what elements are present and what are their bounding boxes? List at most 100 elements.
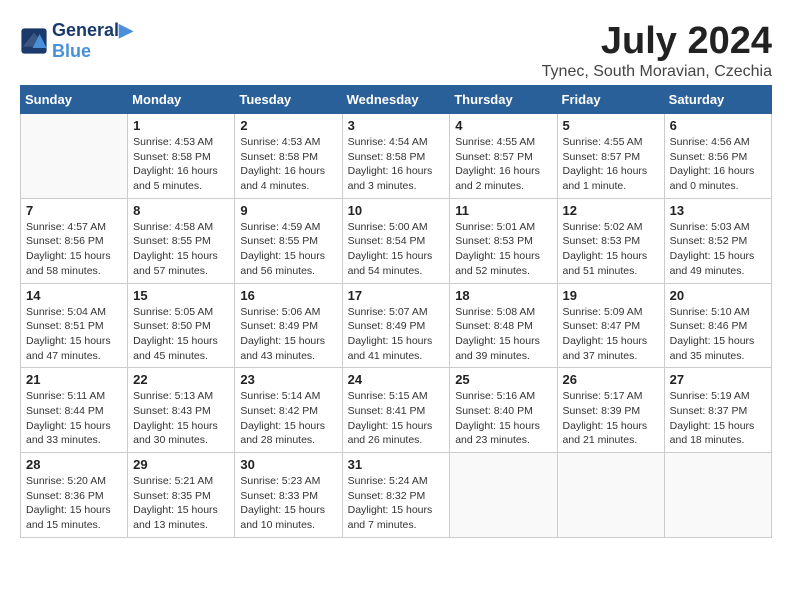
day-info: Sunrise: 4:59 AM Sunset: 8:55 PM Dayligh… bbox=[240, 220, 336, 279]
logo-icon bbox=[20, 27, 48, 55]
calendar-cell: 1Sunrise: 4:53 AM Sunset: 8:58 PM Daylig… bbox=[128, 114, 235, 199]
day-number: 28 bbox=[26, 457, 122, 472]
day-number: 30 bbox=[240, 457, 336, 472]
day-number: 9 bbox=[240, 203, 336, 218]
calendar-cell: 2Sunrise: 4:53 AM Sunset: 8:58 PM Daylig… bbox=[235, 114, 342, 199]
day-info: Sunrise: 5:00 AM Sunset: 8:54 PM Dayligh… bbox=[348, 220, 445, 279]
day-info: Sunrise: 5:03 AM Sunset: 8:52 PM Dayligh… bbox=[670, 220, 766, 279]
calendar-table: SundayMondayTuesdayWednesdayThursdayFrid… bbox=[20, 85, 772, 538]
day-info: Sunrise: 4:54 AM Sunset: 8:58 PM Dayligh… bbox=[348, 135, 445, 194]
day-info: Sunrise: 5:13 AM Sunset: 8:43 PM Dayligh… bbox=[133, 389, 229, 448]
weekday-header: Wednesday bbox=[342, 86, 450, 114]
calendar-cell: 18 Sunrise: 5:08 AM Sunset: 8:48 PM Dayli… bbox=[450, 283, 557, 368]
day-info: Sunrise: 4:55 AM Sunset: 8:57 PM Dayligh… bbox=[455, 135, 551, 194]
calendar-week-row: 1Sunrise: 4:53 AM Sunset: 8:58 PM Daylig… bbox=[21, 114, 772, 199]
day-info: Sunrise: 5:17 AM Sunset: 8:39 PM Dayligh… bbox=[563, 389, 659, 448]
day-info: Sunrise: 5:08 AM Sunset: 8:48 PM Dayligh… bbox=[455, 305, 551, 364]
day-info: Sunrise: 5:05 AM Sunset: 8:50 PM Dayligh… bbox=[133, 305, 229, 364]
calendar-cell: 16 Sunrise: 5:06 AM Sunset: 8:49 PM Dayli… bbox=[235, 283, 342, 368]
day-info: Sunrise: 5:01 AM Sunset: 8:53 PM Dayligh… bbox=[455, 220, 551, 279]
day-info: Sunrise: 5:24 AM Sunset: 8:32 PM Dayligh… bbox=[348, 474, 445, 533]
day-info: Sunrise: 5:15 AM Sunset: 8:41 PM Dayligh… bbox=[348, 389, 445, 448]
day-number: 14 bbox=[26, 288, 122, 303]
calendar-cell: 22 Sunrise: 5:13 AM Sunset: 8:43 PM Dayli… bbox=[128, 368, 235, 453]
calendar-cell: 26 Sunrise: 5:17 AM Sunset: 8:39 PM Dayli… bbox=[557, 368, 664, 453]
day-number: 16 bbox=[240, 288, 336, 303]
calendar-cell: 27 Sunrise: 5:19 AM Sunset: 8:37 PM Dayli… bbox=[664, 368, 771, 453]
day-info: Sunrise: 5:10 AM Sunset: 8:46 PM Dayligh… bbox=[670, 305, 766, 364]
calendar-cell: 21 Sunrise: 5:11 AM Sunset: 8:44 PM Dayli… bbox=[21, 368, 128, 453]
calendar-cell: 31 Sunrise: 5:24 AM Sunset: 8:32 PM Dayli… bbox=[342, 453, 450, 538]
title-block: July 2024 Tynec, South Moravian, Czechia bbox=[542, 20, 772, 81]
calendar-cell: 23Sunrise: 5:14 AM Sunset: 8:42 PM Dayli… bbox=[235, 368, 342, 453]
day-number: 29 bbox=[133, 457, 229, 472]
calendar-cell: 10 Sunrise: 5:00 AM Sunset: 8:54 PM Dayli… bbox=[342, 198, 450, 283]
calendar-cell: 19 Sunrise: 5:09 AM Sunset: 8:47 PM Dayli… bbox=[557, 283, 664, 368]
calendar-cell: 20 Sunrise: 5:10 AM Sunset: 8:46 PM Dayli… bbox=[664, 283, 771, 368]
day-number: 6 bbox=[670, 118, 766, 133]
calendar-week-row: 21 Sunrise: 5:11 AM Sunset: 8:44 PM Dayli… bbox=[21, 368, 772, 453]
calendar-cell: 29 Sunrise: 5:21 AM Sunset: 8:35 PM Dayli… bbox=[128, 453, 235, 538]
calendar-week-row: 7Sunrise: 4:57 AM Sunset: 8:56 PM Daylig… bbox=[21, 198, 772, 283]
calendar-cell: 12Sunrise: 5:02 AM Sunset: 8:53 PM Dayli… bbox=[557, 198, 664, 283]
calendar-cell bbox=[21, 114, 128, 199]
logo-text: General▶ Blue bbox=[52, 20, 133, 62]
logo: General▶ Blue bbox=[20, 20, 133, 62]
day-number: 24 bbox=[348, 372, 445, 387]
day-number: 27 bbox=[670, 372, 766, 387]
calendar-cell: 30 Sunrise: 5:23 AM Sunset: 8:33 PM Dayli… bbox=[235, 453, 342, 538]
day-info: Sunrise: 5:21 AM Sunset: 8:35 PM Dayligh… bbox=[133, 474, 229, 533]
location-subtitle: Tynec, South Moravian, Czechia bbox=[542, 63, 772, 81]
weekday-header: Monday bbox=[128, 86, 235, 114]
day-info: Sunrise: 4:53 AM Sunset: 8:58 PM Dayligh… bbox=[133, 135, 229, 194]
page-header: General▶ Blue July 2024 Tynec, South Mor… bbox=[20, 20, 772, 81]
calendar-cell: 14 Sunrise: 5:04 AM Sunset: 8:51 PM Dayli… bbox=[21, 283, 128, 368]
day-number: 22 bbox=[133, 372, 229, 387]
calendar-cell: 4 Sunrise: 4:55 AM Sunset: 8:57 PM Daylig… bbox=[450, 114, 557, 199]
weekday-header: Saturday bbox=[664, 86, 771, 114]
day-number: 21 bbox=[26, 372, 122, 387]
day-info: Sunrise: 4:55 AM Sunset: 8:57 PM Dayligh… bbox=[563, 135, 659, 194]
calendar-header: SundayMondayTuesdayWednesdayThursdayFrid… bbox=[21, 86, 772, 114]
weekday-header: Friday bbox=[557, 86, 664, 114]
day-info: Sunrise: 5:16 AM Sunset: 8:40 PM Dayligh… bbox=[455, 389, 551, 448]
day-info: Sunrise: 5:23 AM Sunset: 8:33 PM Dayligh… bbox=[240, 474, 336, 533]
day-number: 5 bbox=[563, 118, 659, 133]
day-info: Sunrise: 5:11 AM Sunset: 8:44 PM Dayligh… bbox=[26, 389, 122, 448]
calendar-cell: 17Sunrise: 5:07 AM Sunset: 8:49 PM Dayli… bbox=[342, 283, 450, 368]
calendar-cell: 13 Sunrise: 5:03 AM Sunset: 8:52 PM Dayli… bbox=[664, 198, 771, 283]
day-number: 19 bbox=[563, 288, 659, 303]
day-number: 10 bbox=[348, 203, 445, 218]
calendar-cell: 7Sunrise: 4:57 AM Sunset: 8:56 PM Daylig… bbox=[21, 198, 128, 283]
day-number: 20 bbox=[670, 288, 766, 303]
calendar-cell bbox=[450, 453, 557, 538]
calendar-cell bbox=[557, 453, 664, 538]
calendar-cell: 6 Sunrise: 4:56 AM Sunset: 8:56 PM Daylig… bbox=[664, 114, 771, 199]
day-number: 18 bbox=[455, 288, 551, 303]
day-info: Sunrise: 5:09 AM Sunset: 8:47 PM Dayligh… bbox=[563, 305, 659, 364]
calendar-cell: 11 Sunrise: 5:01 AM Sunset: 8:53 PM Dayli… bbox=[450, 198, 557, 283]
day-number: 11 bbox=[455, 203, 551, 218]
day-info: Sunrise: 4:56 AM Sunset: 8:56 PM Dayligh… bbox=[670, 135, 766, 194]
calendar-cell bbox=[664, 453, 771, 538]
day-number: 31 bbox=[348, 457, 445, 472]
day-number: 2 bbox=[240, 118, 336, 133]
calendar-cell: 5 Sunrise: 4:55 AM Sunset: 8:57 PM Daylig… bbox=[557, 114, 664, 199]
calendar-week-row: 14 Sunrise: 5:04 AM Sunset: 8:51 PM Dayli… bbox=[21, 283, 772, 368]
calendar-cell: 25 Sunrise: 5:16 AM Sunset: 8:40 PM Dayli… bbox=[450, 368, 557, 453]
day-info: Sunrise: 5:19 AM Sunset: 8:37 PM Dayligh… bbox=[670, 389, 766, 448]
weekday-header: Sunday bbox=[21, 86, 128, 114]
day-info: Sunrise: 5:14 AM Sunset: 8:42 PM Dayligh… bbox=[240, 389, 336, 448]
calendar-cell: 24 Sunrise: 5:15 AM Sunset: 8:41 PM Dayli… bbox=[342, 368, 450, 453]
calendar-week-row: 28 Sunrise: 5:20 AM Sunset: 8:36 PM Dayli… bbox=[21, 453, 772, 538]
day-number: 4 bbox=[455, 118, 551, 133]
day-number: 13 bbox=[670, 203, 766, 218]
day-number: 25 bbox=[455, 372, 551, 387]
day-info: Sunrise: 5:20 AM Sunset: 8:36 PM Dayligh… bbox=[26, 474, 122, 533]
day-info: Sunrise: 5:06 AM Sunset: 8:49 PM Dayligh… bbox=[240, 305, 336, 364]
calendar-cell: 15Sunrise: 5:05 AM Sunset: 8:50 PM Dayli… bbox=[128, 283, 235, 368]
day-number: 26 bbox=[563, 372, 659, 387]
day-number: 8 bbox=[133, 203, 229, 218]
calendar-cell: 28 Sunrise: 5:20 AM Sunset: 8:36 PM Dayli… bbox=[21, 453, 128, 538]
day-info: Sunrise: 5:04 AM Sunset: 8:51 PM Dayligh… bbox=[26, 305, 122, 364]
